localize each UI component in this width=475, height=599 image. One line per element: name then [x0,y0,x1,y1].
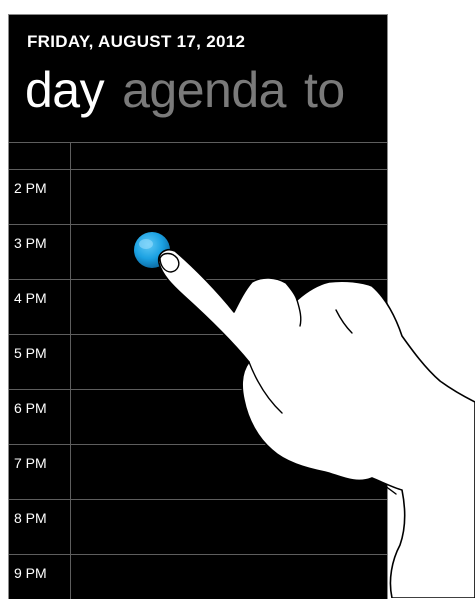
time-label: 7 PM [14,455,47,471]
time-slot[interactable] [70,335,387,389]
date-header: FRIDAY, AUGUST 17, 2012 [27,32,246,51]
calendar-app-screen: FRIDAY, AUGUST 17, 2012 day agenda to 2 PM… [8,14,388,599]
time-label: 8 PM [14,510,47,526]
time-label: 9 PM [14,565,47,581]
time-row: 9 PM [9,554,387,599]
time-slot[interactable] [70,225,387,279]
time-row: 6 PM [9,389,387,444]
time-slot[interactable] [70,500,387,554]
time-label: 4 PM [14,290,47,306]
time-slot[interactable] [70,390,387,444]
pivot-header: day agenda to [25,61,345,119]
time-row-top [9,142,387,169]
time-row: 8 PM [9,499,387,554]
time-row: 4 PM [9,279,387,334]
pivot-item-day[interactable]: day [25,62,105,118]
time-label: 2 PM [14,180,47,196]
time-slot[interactable] [70,445,387,499]
time-label: 6 PM [14,400,47,416]
time-slot[interactable] [70,170,387,224]
time-label: 5 PM [14,345,47,361]
time-slot[interactable] [70,280,387,334]
time-row: 7 PM [9,444,387,499]
time-slot[interactable] [70,143,387,169]
day-timeline: 2 PM 3 PM 4 PM 5 PM 6 PM 7 PM 8 PM 9 PM [9,142,387,599]
time-label: 3 PM [14,235,47,251]
time-row: 5 PM [9,334,387,389]
time-slot[interactable] [70,555,387,599]
time-row: 2 PM [9,169,387,224]
pivot-item-agenda[interactable]: agenda [122,62,286,118]
time-row: 3 PM [9,224,387,279]
pivot-item-to[interactable]: to [304,62,345,118]
